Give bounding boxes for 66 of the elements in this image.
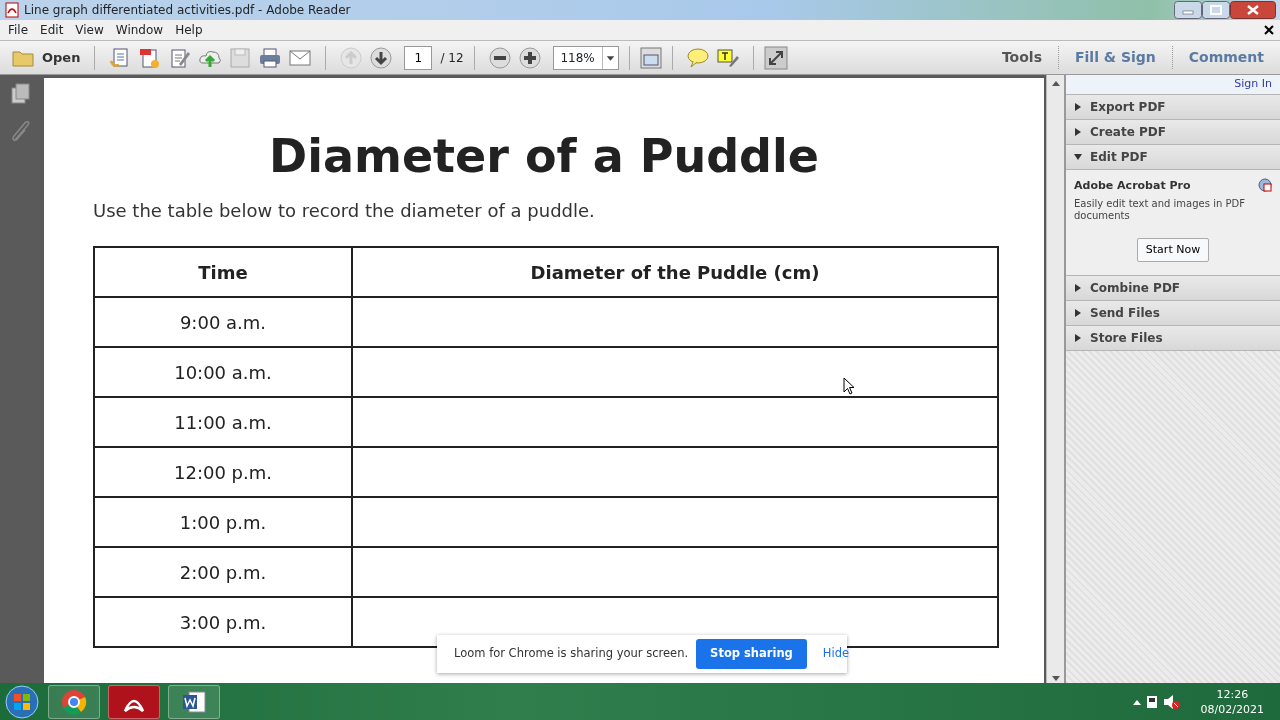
page-number-field[interactable]: 1	[404, 45, 433, 70]
maximize-icon[interactable]	[1202, 1, 1230, 19]
paperclip-icon[interactable]	[11, 121, 31, 143]
notification-text: Loom for Chrome is sharing your screen.	[454, 645, 689, 663]
zoom-in-icon[interactable]	[518, 46, 541, 69]
menu-item[interactable]: File	[0, 21, 33, 39]
scroll-up-icon[interactable]	[1050, 79, 1061, 89]
tray-arrow-icon[interactable]	[1132, 698, 1141, 705]
mouse-cursor-icon	[843, 377, 855, 395]
folder-icon	[12, 48, 34, 67]
menu-item[interactable]: View	[67, 21, 108, 39]
table-cell: 11:00 a.m.	[94, 397, 352, 447]
instruction-text: Use the table below to record the diameter of a puddle.	[93, 199, 596, 223]
close-icon[interactable]	[1230, 1, 1276, 19]
column-header: Time	[94, 247, 352, 297]
column-header: Diameter of the Puddle (cm)	[352, 247, 998, 297]
panel-header[interactable]: Send Files	[1066, 301, 1280, 326]
toolbar-tab[interactable]: Comment	[1171, 46, 1280, 69]
table-cell: 9:00 a.m.	[94, 297, 352, 347]
table-cell: 12:00 p.m.	[94, 447, 352, 497]
toolbar-tab[interactable]: Fill & Sign	[1057, 46, 1172, 69]
table-cell: 2:00 p.m.	[94, 547, 352, 597]
close-icon[interactable]	[1264, 25, 1274, 35]
scrollbar[interactable]	[1046, 75, 1064, 683]
panel-header[interactable]: Store Files	[1066, 326, 1280, 351]
pages-icon[interactable]	[11, 83, 31, 105]
acrobat-icon	[1258, 178, 1272, 192]
print-icon[interactable]	[259, 46, 282, 69]
panel-header[interactable]: Combine PDF	[1066, 276, 1280, 301]
word-processor-icon[interactable]	[181, 688, 207, 715]
start-now-button[interactable]: Start Now	[1136, 237, 1210, 263]
page-count: / 12	[440, 49, 464, 67]
table-cell: 3:00 p.m.	[94, 597, 352, 647]
toolbar-tab[interactable]: Tools	[985, 46, 1058, 69]
minimize-icon[interactable]	[1174, 1, 1202, 19]
panel-header[interactable]: Edit PDF	[1066, 145, 1280, 170]
menu-item[interactable]: Help	[167, 21, 207, 39]
open-button[interactable]: Open	[8, 47, 85, 68]
zoom-field[interactable]: 118%	[552, 45, 619, 70]
edit-document-icon[interactable]	[169, 46, 192, 69]
panel-header[interactable]: Create PDF	[1066, 120, 1280, 145]
hide-link[interactable]: Hide	[822, 645, 850, 663]
window-title: Line graph differentiated activities.pdf - Adobe Reader	[24, 2, 352, 19]
panel-heading: Adobe Acrobat Pro	[1074, 178, 1191, 194]
menu-item[interactable]: Window	[107, 21, 168, 39]
zoom-out-icon[interactable]	[488, 46, 511, 69]
menu-item[interactable]: Edit	[32, 21, 68, 39]
panel-header[interactable]: Export PDF	[1066, 95, 1280, 120]
table-cell: 1:00 p.m.	[94, 497, 352, 547]
device-icon[interactable]	[1144, 693, 1159, 710]
table-cell: 10:00 a.m.	[94, 347, 352, 397]
document-title: Diameter of a Puddle	[268, 128, 820, 185]
panel-description: Easily edit text and images in PDF documents	[1074, 197, 1246, 222]
stop-sharing-button[interactable]: Stop sharing	[696, 639, 807, 669]
text-edit-icon[interactable]	[716, 47, 739, 68]
expand-icon[interactable]	[763, 45, 788, 70]
sign-in-link[interactable]: Sign In	[1234, 77, 1272, 90]
start-orb-icon[interactable]	[4, 683, 40, 720]
browser-icon[interactable]	[61, 688, 87, 715]
pdf-file-icon	[5, 2, 19, 18]
speaker-muted-icon[interactable]	[1162, 693, 1181, 710]
clock-date: 08/02/2021	[1200, 701, 1264, 717]
pdf-document-icon[interactable]	[139, 46, 162, 69]
comment-icon[interactable]	[686, 47, 709, 68]
arrow-down-icon[interactable]	[370, 46, 393, 69]
clock-time: 12:26	[1215, 686, 1250, 702]
